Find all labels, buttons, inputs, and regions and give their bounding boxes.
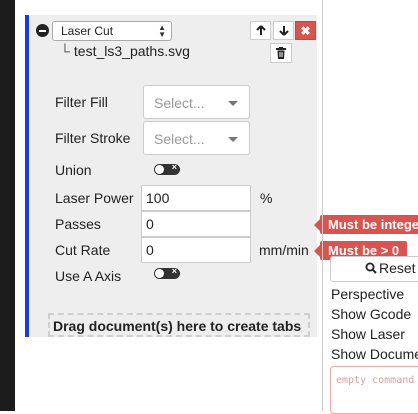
filter-stroke-select[interactable]: Select... [143,121,250,155]
chevron-down-icon [228,137,238,142]
toggle-off-icon: × [171,266,177,276]
toggle-knob [155,269,164,278]
use-a-axis-toggle[interactable]: × [154,266,180,279]
cut-rate-unit: mm/min [259,242,309,258]
laser-power-input[interactable]: 100 [141,185,251,211]
arrow-down-icon [278,26,289,36]
tree-branch-icon: └ [60,43,70,59]
toggle-off-icon: × [171,162,177,172]
passes-error-tooltip: Must be intege [313,215,418,234]
close-icon: ✖ [300,23,311,38]
menu-show-laser[interactable]: Show Laser [331,326,405,342]
cut-rate-input[interactable]: 0 [141,237,251,263]
laser-power-label: Laser Power [55,190,134,206]
filter-stroke-label: Filter Stroke [55,130,131,146]
menu-perspective[interactable]: Perspective [331,286,404,302]
filter-fill-label: Filter Fill [55,94,108,110]
toggle-knob [155,165,164,174]
left-dark-strip [0,0,15,411]
passes-input[interactable]: 0 [141,211,251,237]
cut-rate-label: Cut Rate [55,242,111,258]
operation-type-select[interactable]: Laser Cut ▲ ▼ [52,21,172,41]
move-up-button[interactable] [250,21,271,40]
laser-power-unit: % [260,190,273,206]
reset-label: Reset [379,260,416,276]
operation-type-label: Laser Cut [61,24,114,38]
operation-document: └ test_ls3_paths.svg [60,43,190,59]
trash-icon [276,47,286,59]
command-input[interactable]: empty command [330,366,418,414]
remove-document-button[interactable] [270,43,292,63]
filter-fill-select[interactable]: Select... [143,85,250,119]
panel-divider [322,0,323,411]
menu-show-document[interactable]: Show Docume [331,346,418,362]
chevron-down-icon [228,101,238,106]
union-toggle[interactable]: × [154,162,180,175]
union-label: Union [55,162,92,178]
use-a-axis-label: Use A Axis [55,268,122,284]
menu-show-gcode[interactable]: Show Gcode [331,306,411,322]
select-arrows-icon: ▲ ▼ [158,23,166,39]
filter-stroke-placeholder: Select... [154,131,205,147]
reset-view-button[interactable]: Reset [330,256,418,282]
search-icon [365,262,377,274]
document-drop-zone[interactable]: Drag document(s) here to create tabs [48,313,310,337]
move-down-button[interactable] [273,21,294,40]
passes-label: Passes [55,216,101,232]
arrow-up-icon [255,25,266,35]
remove-operation-icon[interactable] [36,24,49,37]
document-name: test_ls3_paths.svg [73,43,190,59]
delete-operation-button[interactable]: ✖ [295,21,316,40]
filter-fill-placeholder: Select... [154,95,205,111]
